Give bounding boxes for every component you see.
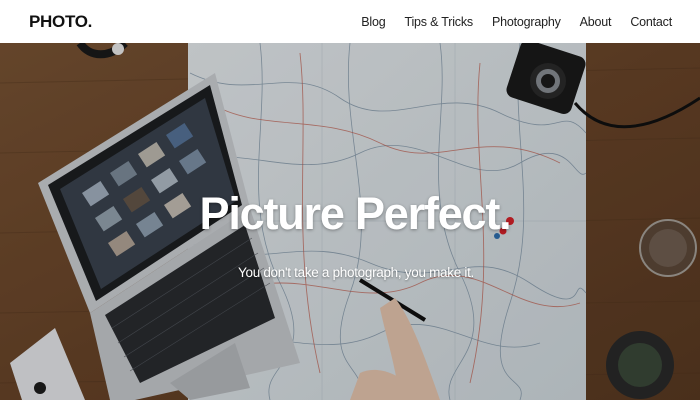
site-logo[interactable]: PHOTO.	[29, 12, 92, 32]
navbar: PHOTO. Blog Tips & Tricks Photography Ab…	[0, 0, 700, 43]
hero-title: Picture Perfect.	[199, 188, 512, 239]
nav-link-tips-tricks[interactable]: Tips & Tricks	[404, 15, 473, 29]
nav-link-photography[interactable]: Photography	[492, 15, 561, 29]
nav-link-contact[interactable]: Contact	[630, 15, 672, 29]
hero-subtitle: You don't take a photograph, you make it…	[238, 265, 474, 280]
nav-link-blog[interactable]: Blog	[361, 15, 385, 29]
nav-link-about[interactable]: About	[580, 15, 612, 29]
hero-section: Picture Perfect. You don't take a photog…	[0, 43, 700, 400]
main-nav: Blog Tips & Tricks Photography About Con…	[342, 15, 672, 29]
